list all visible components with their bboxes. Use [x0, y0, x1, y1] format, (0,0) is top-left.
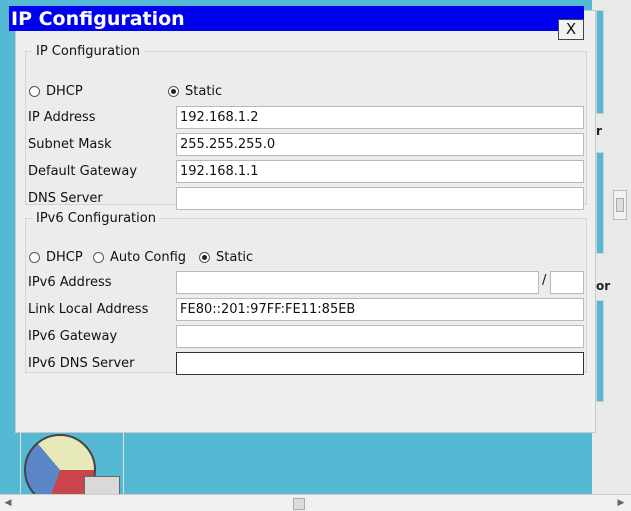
ipv6-gateway-label: IPv6 Gateway [28, 329, 118, 344]
dialog-title: IP Configuration [11, 8, 185, 30]
ipv6-address-row: IPv6 Address / [26, 271, 586, 295]
background-panel-top [596, 10, 604, 114]
dns-server-row: DNS Server [26, 187, 586, 211]
ip-address-label: IP Address [28, 110, 96, 125]
background-text-fragment: r [596, 124, 602, 138]
ip-address-input[interactable]: 192.168.1.2 [176, 106, 584, 129]
ipv6-dns-server-row: IPv6 DNS Server [26, 352, 586, 376]
subnet-mask-input[interactable]: 255.255.255.0 [176, 133, 584, 156]
radio-label: Static [216, 249, 254, 265]
dns-server-label: DNS Server [28, 191, 103, 206]
radio-label: DHCP [46, 249, 83, 265]
link-local-address-input[interactable]: FE80::201:97FF:FE11:85EB [176, 298, 584, 321]
scroll-right-icon[interactable]: ▶ [615, 497, 627, 509]
ipv6-configuration-group: IPv6 Configuration DHCP Auto Config Stat… [25, 211, 587, 376]
workspace-background: r or ◀ ▶ IP Configuration X IP Configura… [0, 0, 631, 511]
link-local-address-label: Link Local Address [28, 302, 149, 317]
ipv6-gateway-input[interactable] [176, 325, 584, 348]
prefix-separator: / [542, 273, 547, 288]
ipv6-prefix-length-input[interactable] [550, 271, 584, 294]
subnet-mask-label: Subnet Mask [28, 137, 112, 152]
background-text-fragment: or [596, 279, 611, 293]
radio-unselected-icon [29, 85, 40, 97]
radio-unselected-icon [93, 251, 104, 263]
close-button[interactable]: X [558, 19, 584, 40]
radio-label: DHCP [46, 83, 83, 99]
ipv6-gateway-row: IPv6 Gateway [26, 325, 586, 349]
dns-server-input[interactable] [176, 187, 584, 210]
radio-selected-icon [168, 85, 179, 97]
ipv6-dhcp-radio[interactable]: DHCP [29, 248, 83, 266]
ipv6-address-label: IPv6 Address [28, 275, 112, 290]
ip-address-row: IP Address 192.168.1.2 [26, 106, 586, 130]
ipv6-address-input[interactable] [176, 271, 539, 294]
background-panel-lower [596, 300, 604, 402]
scroll-left-icon[interactable]: ◀ [2, 497, 14, 509]
default-gateway-input[interactable]: 192.168.1.1 [176, 160, 584, 183]
radio-selected-icon [199, 251, 210, 263]
radio-label: Auto Config [110, 249, 187, 265]
ipv6-auto-config-radio[interactable]: Auto Config [93, 248, 186, 266]
horizontal-scrollbar[interactable]: ◀ ▶ [0, 494, 631, 511]
ipv4-group-legend: IP Configuration [36, 44, 140, 59]
background-scroll-thumb[interactable] [616, 198, 624, 212]
ipv6-group-legend: IPv6 Configuration [36, 211, 156, 226]
ipv4-configuration-group: IP Configuration DHCP Static IP Address … [25, 44, 587, 210]
scroll-thumb[interactable] [293, 498, 305, 510]
background-panel-middle [596, 152, 604, 254]
ipv6-static-radio[interactable]: Static [199, 248, 253, 266]
default-gateway-row: Default Gateway 192.168.1.1 [26, 160, 586, 184]
ipv4-dhcp-radio[interactable]: DHCP [29, 82, 83, 100]
ipv6-dns-server-label: IPv6 DNS Server [28, 356, 135, 371]
ipv4-static-radio[interactable]: Static [168, 82, 222, 100]
ipv6-dns-server-input[interactable] [176, 352, 584, 375]
dialog-title-bar[interactable]: IP Configuration [9, 6, 584, 31]
subnet-mask-row: Subnet Mask 255.255.255.0 [26, 133, 586, 157]
radio-unselected-icon [29, 251, 40, 263]
link-local-address-row: Link Local Address FE80::201:97FF:FE11:8… [26, 298, 586, 322]
radio-label: Static [185, 83, 223, 99]
default-gateway-label: Default Gateway [28, 164, 138, 179]
